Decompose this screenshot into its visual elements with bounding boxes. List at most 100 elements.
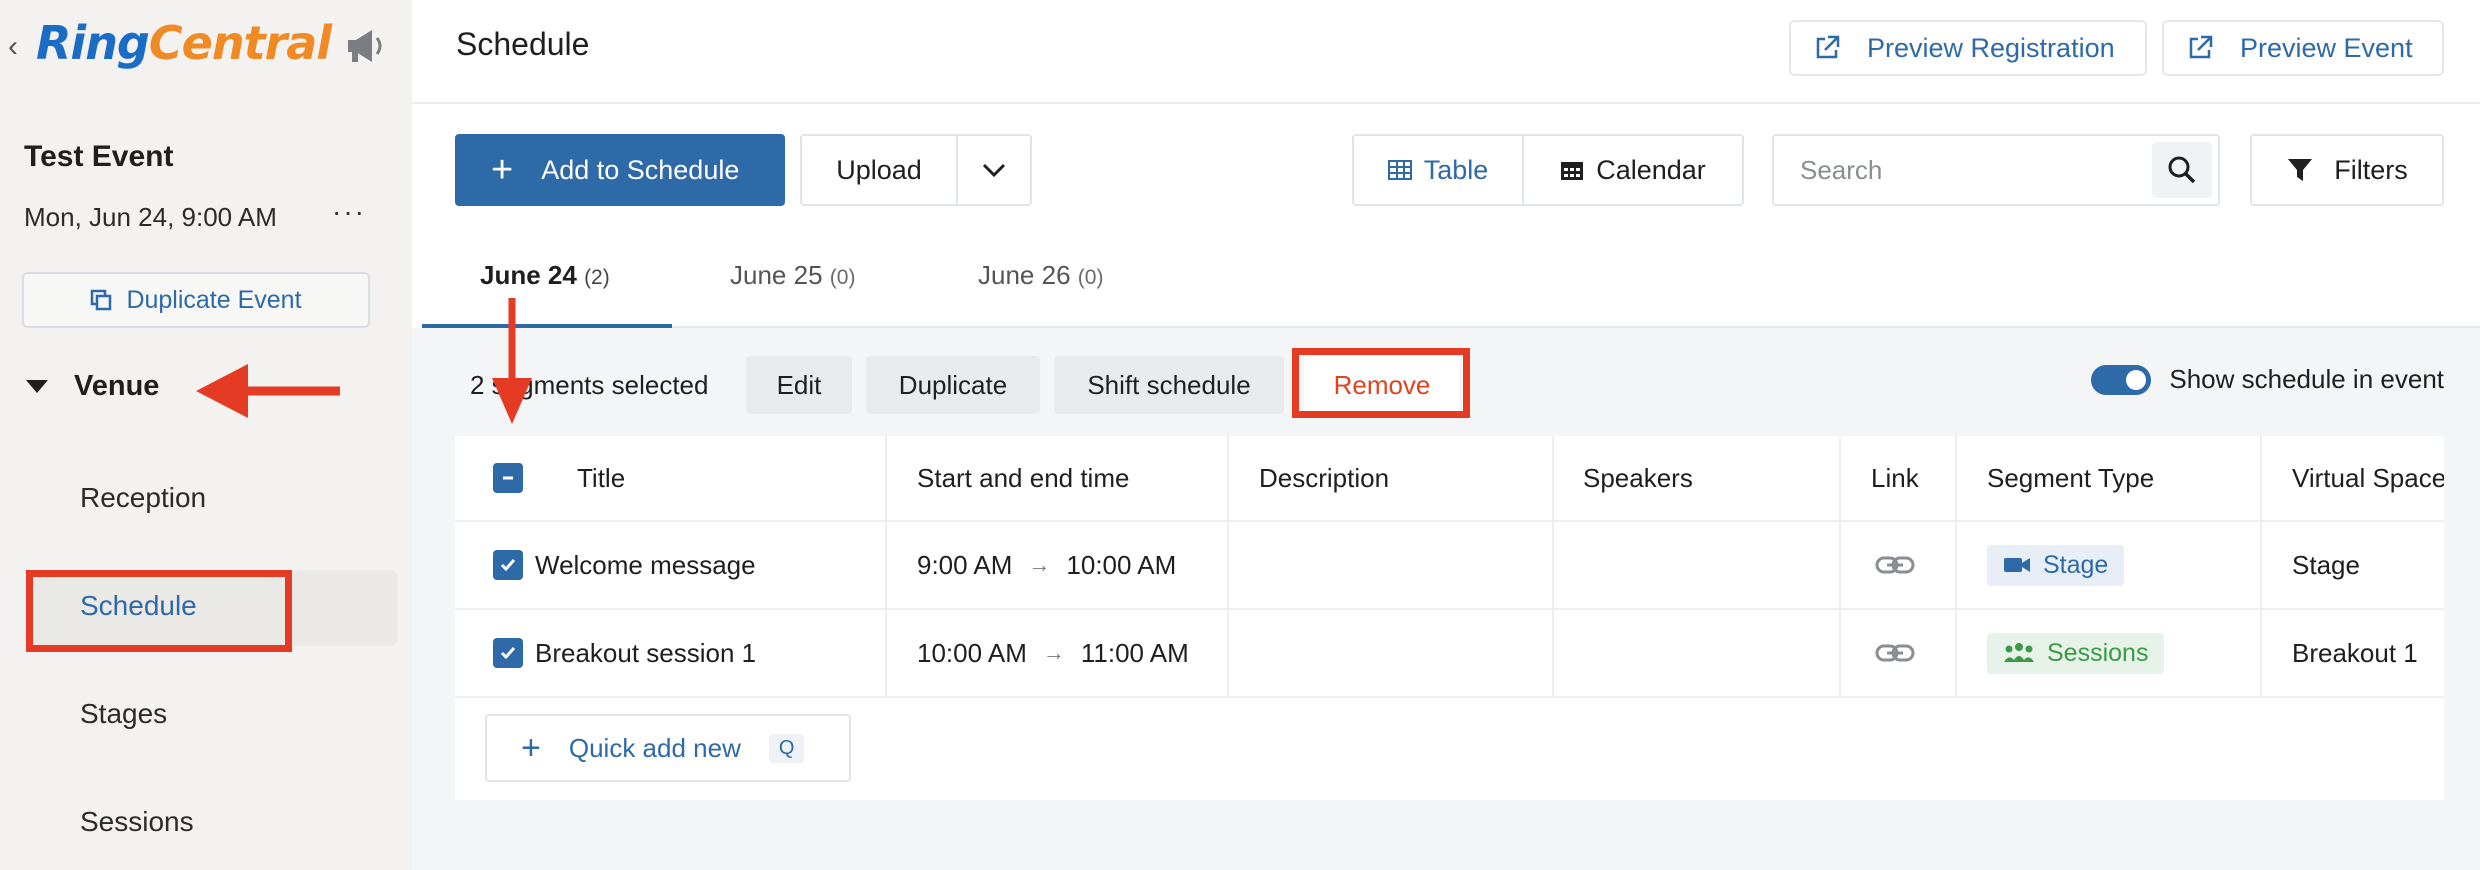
duplicate-button[interactable]: Duplicate bbox=[866, 356, 1040, 414]
show-schedule-label: Show schedule in event bbox=[2169, 364, 2444, 394]
copy-icon bbox=[91, 289, 112, 311]
search-input[interactable] bbox=[1774, 136, 2146, 204]
add-to-schedule-button[interactable]: + Add to Schedule bbox=[455, 134, 785, 206]
tab-june-25[interactable]: June 25 (0) bbox=[730, 260, 855, 291]
annotation-box-remove bbox=[1292, 348, 1470, 418]
column-header-speakers[interactable]: Speakers bbox=[1583, 436, 1693, 520]
column-divider bbox=[885, 522, 887, 608]
venue-section-toggle[interactable]: Venue bbox=[26, 370, 159, 403]
column-divider bbox=[1552, 610, 1554, 696]
event-name: Test Event bbox=[24, 140, 174, 173]
column-divider bbox=[885, 436, 887, 520]
row-virtual-space[interactable]: Stage bbox=[2292, 522, 2360, 608]
sidebar-item-sessions[interactable]: Sessions bbox=[80, 806, 194, 838]
column-header-virtual-space[interactable]: Virtual Space bbox=[2292, 436, 2444, 520]
row-title[interactable]: Breakout session 1 bbox=[535, 610, 756, 696]
sidebar-item-stages[interactable]: Stages bbox=[80, 698, 167, 730]
column-divider bbox=[1955, 610, 1957, 696]
column-divider bbox=[2260, 610, 2262, 696]
selection-count: 2 segments selected bbox=[470, 370, 709, 400]
column-divider bbox=[1552, 436, 1554, 520]
duplicate-event-label: Duplicate Event bbox=[126, 285, 302, 314]
calendar-view-button[interactable]: Calendar bbox=[1524, 136, 1742, 204]
preview-registration-button[interactable]: Preview Registration bbox=[1789, 20, 2147, 76]
calendar-icon bbox=[1561, 162, 1584, 180]
shift-schedule-button[interactable]: Shift schedule bbox=[1054, 356, 1284, 414]
duplicate-event-button[interactable]: Duplicate Event bbox=[22, 272, 370, 328]
checkbox-checked-icon bbox=[493, 638, 523, 668]
tab-june-24[interactable]: June 24 (2) bbox=[480, 260, 610, 291]
event-date: Mon, Jun 24, 9:00 AM bbox=[24, 202, 277, 232]
filters-label: Filters bbox=[2334, 154, 2408, 185]
tab-june-26[interactable]: June 26 (0) bbox=[978, 260, 1103, 291]
column-header-description[interactable]: Description bbox=[1259, 436, 1389, 520]
row-title[interactable]: Welcome message bbox=[535, 522, 756, 608]
column-header-segment-type[interactable]: Segment Type bbox=[1987, 436, 2154, 520]
column-divider bbox=[2260, 522, 2262, 608]
column-divider bbox=[1227, 522, 1229, 608]
date-tabs: June 24 (2) June 25 (0) June 26 (0) bbox=[422, 230, 2480, 328]
end-time: 10:00 AM bbox=[1066, 549, 1177, 580]
column-divider bbox=[1955, 522, 1957, 608]
annotation-box-schedule bbox=[26, 570, 292, 652]
table-row[interactable]: Welcome message 9:00 AM → 10:00 AM Stage… bbox=[455, 522, 2444, 610]
toggle-switch[interactable] bbox=[2091, 364, 2152, 395]
back-chevron-icon[interactable]: ‹ bbox=[8, 30, 18, 64]
row-virtual-space[interactable]: Breakout 1 bbox=[2292, 610, 2418, 696]
column-divider bbox=[1839, 436, 1841, 520]
row-time[interactable]: 10:00 AM → 11:00 AM bbox=[917, 610, 1189, 696]
start-time: 9:00 AM bbox=[917, 549, 1013, 580]
column-header-title[interactable]: Title bbox=[577, 436, 625, 520]
row-segment-type[interactable]: Stage bbox=[1987, 522, 2125, 608]
checkbox-checked-icon bbox=[493, 463, 523, 493]
keyboard-shortcut-badge: Q bbox=[768, 733, 805, 763]
column-header-link[interactable]: Link bbox=[1871, 436, 1919, 520]
column-divider bbox=[1955, 436, 1957, 520]
show-schedule-toggle[interactable]: Show schedule in event bbox=[2091, 364, 2444, 395]
column-divider bbox=[885, 610, 887, 696]
plus-icon: + bbox=[491, 148, 514, 191]
checkbox-checked-icon bbox=[493, 550, 523, 580]
select-all-checkbox[interactable] bbox=[493, 436, 523, 520]
ringcentral-logo[interactable]: RingCentral bbox=[36, 16, 332, 70]
column-divider bbox=[2260, 436, 2262, 520]
video-camera-icon bbox=[2004, 558, 2030, 572]
venue-label: Venue bbox=[74, 370, 160, 402]
link-icon[interactable] bbox=[1875, 610, 1915, 696]
add-to-schedule-label: Add to Schedule bbox=[541, 154, 740, 185]
external-link-icon bbox=[1816, 35, 1840, 59]
calendar-view-label: Calendar bbox=[1596, 154, 1706, 185]
filter-icon bbox=[2288, 159, 2313, 181]
more-options-icon[interactable]: ··· bbox=[332, 196, 366, 228]
view-toggle: Table Calendar bbox=[1352, 134, 1744, 206]
link-icon[interactable] bbox=[1875, 522, 1915, 608]
table-view-label: Table bbox=[1423, 154, 1489, 185]
column-divider bbox=[1552, 522, 1554, 608]
column-divider bbox=[1839, 522, 1841, 608]
megaphone-icon[interactable] bbox=[344, 28, 388, 64]
quick-add-button[interactable]: + Quick add new Q bbox=[485, 714, 851, 782]
search-button[interactable] bbox=[2152, 142, 2212, 198]
plus-icon: + bbox=[521, 728, 541, 767]
edit-button[interactable]: Edit bbox=[746, 356, 852, 414]
arrow-right-icon: → bbox=[1042, 640, 1065, 665]
row-time[interactable]: 9:00 AM → 10:00 AM bbox=[917, 522, 1176, 608]
start-time: 10:00 AM bbox=[917, 637, 1027, 668]
upload-dropdown-button[interactable] bbox=[958, 136, 1030, 204]
upload-button[interactable]: Upload bbox=[802, 136, 958, 204]
sidebar-item-reception[interactable]: Reception bbox=[80, 482, 206, 514]
table-view-button[interactable]: Table bbox=[1354, 136, 1524, 204]
quick-add-label: Quick add new bbox=[568, 732, 741, 763]
row-checkbox[interactable] bbox=[493, 610, 523, 696]
table-row[interactable]: Breakout session 1 10:00 AM → 11:00 AM S… bbox=[455, 610, 2444, 698]
table-icon bbox=[1387, 160, 1412, 180]
filters-button[interactable]: Filters bbox=[2250, 134, 2444, 206]
preview-registration-label: Preview Registration bbox=[1867, 32, 2115, 63]
column-header-time[interactable]: Start and end time bbox=[917, 436, 1129, 520]
end-time: 11:00 AM bbox=[1080, 637, 1189, 668]
preview-event-button[interactable]: Preview Event bbox=[2162, 20, 2444, 76]
row-segment-type[interactable]: Sessions bbox=[1987, 610, 2165, 696]
group-icon bbox=[2004, 643, 2034, 662]
external-link-icon bbox=[2189, 35, 2213, 59]
row-checkbox[interactable] bbox=[493, 522, 523, 608]
